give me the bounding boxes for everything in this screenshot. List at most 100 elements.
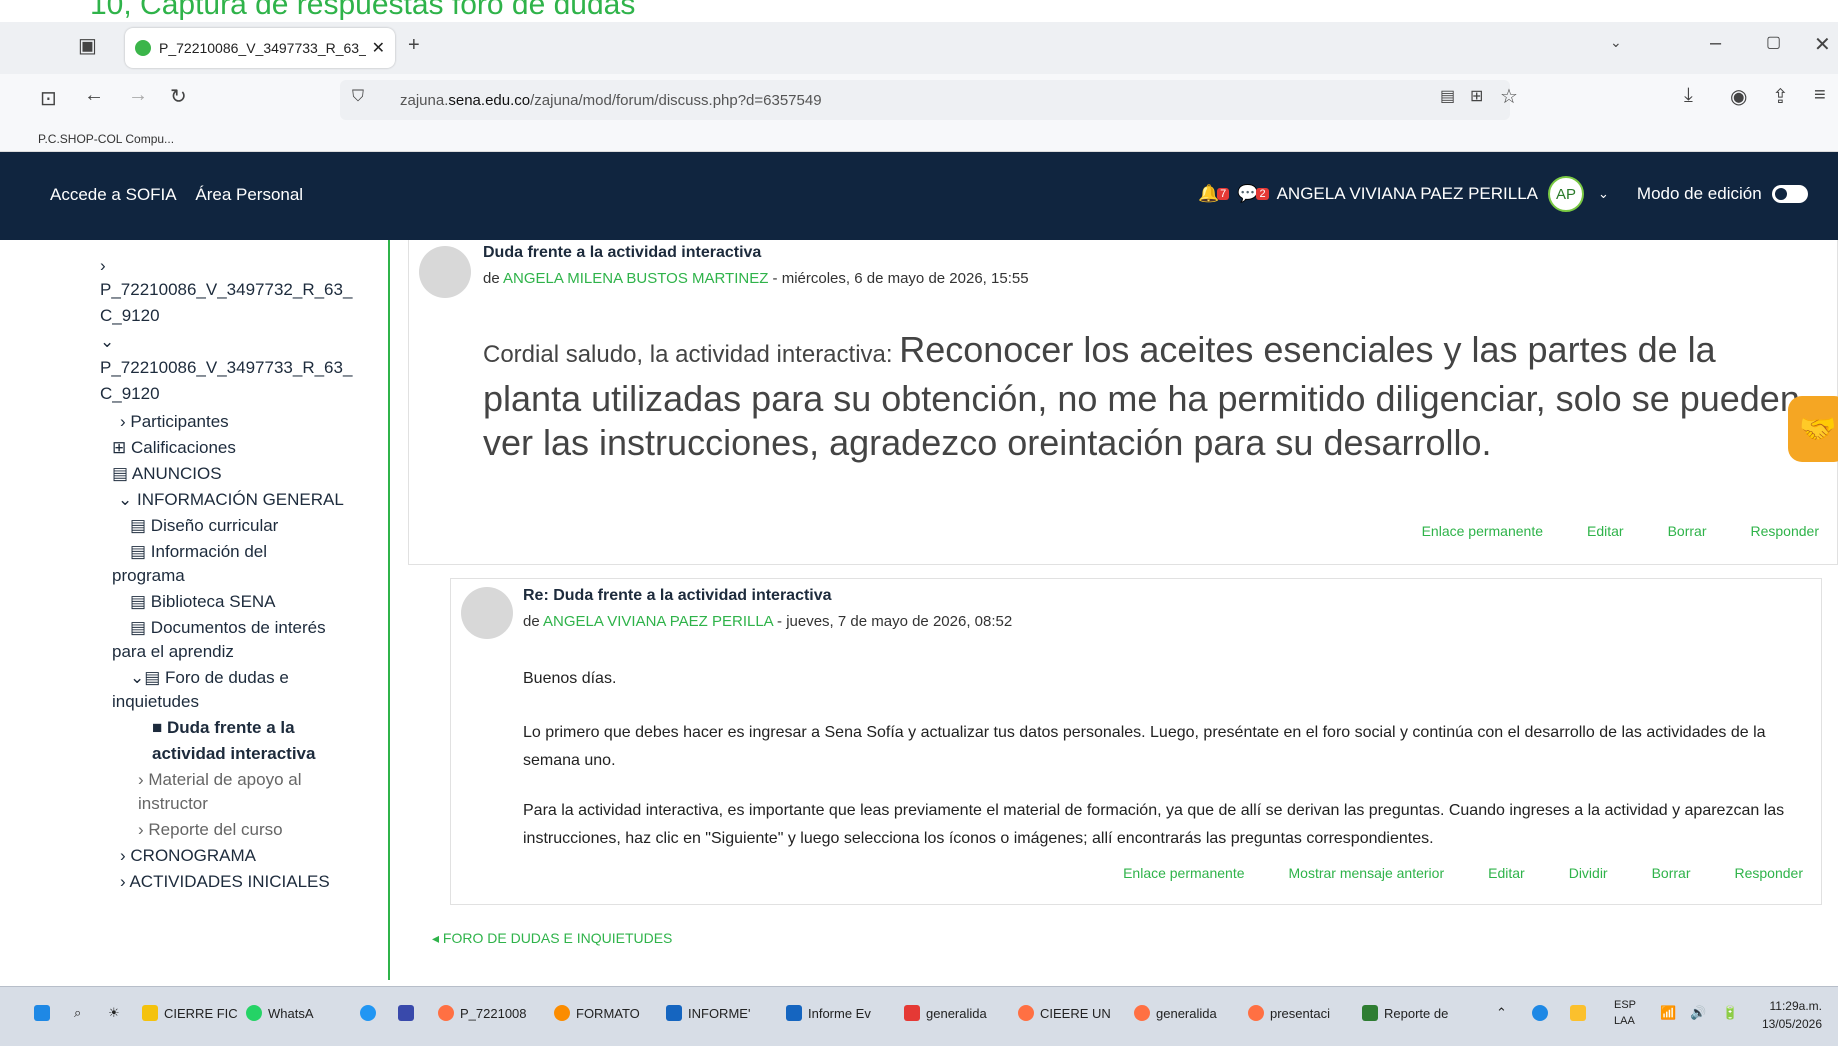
new-tab-icon[interactable]: + — [408, 34, 420, 57]
page-icon: ▤ — [130, 592, 147, 611]
forward-icon[interactable]: → — [128, 84, 148, 107]
bookmark-star-icon[interactable]: ☆ — [1500, 84, 1518, 109]
taskbar-app[interactable]: CIERRE FIC — [142, 1005, 238, 1021]
language-indicator[interactable]: ESP LAA — [1614, 997, 1636, 1029]
chevron-right-icon[interactable]: › — [100, 252, 106, 279]
browser-tab[interactable]: P_72210086_V_3497733_R_63_( ✕ — [125, 28, 395, 68]
messages-icon[interactable]: 💬 — [1237, 184, 1258, 204]
sidebar-item-course-2[interactable]: P_72210086_V_3497733_R_63_ — [100, 354, 352, 381]
split-link[interactable]: Dividir — [1569, 865, 1608, 881]
taskbar-app[interactable]: Informe Ev — [786, 1005, 871, 1021]
post-paragraph: Para la actividad interactiva, es import… — [523, 802, 1785, 847]
post-author-link[interactable]: ANGELA MILENA BUSTOS MARTINEZ — [503, 270, 768, 287]
tray-app-icon[interactable] — [1570, 1005, 1592, 1021]
user-menu-chevron-icon[interactable]: ⌄ — [1598, 186, 1609, 202]
sidebar-item-course-report[interactable]: › Reporte del curso — [138, 816, 283, 843]
taskbar-app[interactable]: FORMATO — [554, 1005, 640, 1021]
save-page-icon[interactable]: ⊞ — [1470, 86, 1483, 106]
edit-link[interactable]: Editar — [1488, 865, 1525, 881]
permalink-link[interactable]: Enlace permanente — [1422, 523, 1543, 539]
sidebar-item-current-discussion[interactable]: ■ Duda frente a la — [152, 714, 295, 741]
menu-icon[interactable]: ≡ — [1814, 84, 1826, 107]
avatar[interactable]: AP — [1548, 176, 1585, 212]
delete-link[interactable]: Borrar — [1652, 865, 1691, 881]
tray-overflow-icon[interactable]: ⌃ — [1496, 1005, 1507, 1021]
sidebar-item-announcements[interactable]: ▤ ANUNCIOS — [112, 460, 222, 487]
notification-count-badge: 7 — [1217, 188, 1230, 200]
tab-list-icon[interactable]: ▣ — [78, 33, 97, 58]
bookmark-item[interactable]: P.C.SHOP-COL Compu... — [38, 132, 174, 146]
taskbar-app-icon[interactable] — [360, 1005, 382, 1021]
back-icon[interactable]: ← — [84, 84, 104, 107]
nav-personal-area-link[interactable]: Área Personal — [195, 185, 303, 204]
sidebar-item-initial-activities[interactable]: › ACTIVIDADES INICIALES — [120, 868, 330, 895]
start-icon[interactable] — [34, 1005, 56, 1021]
shield-icon[interactable]: ⛉ — [352, 88, 364, 106]
tab-title: P_72210086_V_3497733_R_63_( — [159, 40, 366, 56]
reader-view-icon[interactable]: ▤ — [1440, 86, 1455, 106]
user-name[interactable]: ANGELA VIVIANA PAEZ PERILLA — [1277, 184, 1538, 204]
chevron-down-icon[interactable]: ⌄ — [100, 328, 114, 355]
window-close-icon[interactable]: ✕ — [1814, 32, 1831, 57]
post-paragraph: Lo primero que debes hacer es ingresar a… — [523, 724, 1766, 769]
show-parent-link[interactable]: Mostrar mensaje anterior — [1289, 865, 1445, 881]
url-bar[interactable]: zajuna.sena.edu.co/zajuna/mod/forum/disc… — [340, 80, 1510, 120]
bluetooth-icon[interactable] — [1532, 1005, 1554, 1021]
sidebar-item-program-info[interactable]: ▤ Información del — [130, 538, 267, 565]
reload-icon[interactable]: ↻ — [170, 84, 187, 109]
sidebar-item-forum[interactable]: ⌄▤ Foro de dudas e — [130, 664, 289, 691]
edit-mode-toggle[interactable] — [1771, 185, 1808, 203]
sidebar-item-grades[interactable]: ⊞ Calificaciones — [112, 434, 236, 461]
volume-icon[interactable]: 🔊 — [1690, 1005, 1706, 1021]
edit-link[interactable]: Editar — [1587, 523, 1624, 539]
search-icon[interactable]: ⌕ — [74, 1005, 81, 1021]
system-clock[interactable]: 11:29a.m. 13/05/2026 — [1762, 997, 1822, 1033]
forum-post-reply: Re: Duda frente a la actividad interacti… — [450, 578, 1822, 905]
taskbar-app[interactable]: generalida — [1134, 1005, 1217, 1021]
sidebar-item-curriculum[interactable]: ▤ Diseño curricular — [130, 512, 278, 539]
post-actions: Enlace permanente Mostrar mensaje anteri… — [1079, 865, 1803, 881]
maximize-icon[interactable]: ▢ — [1766, 32, 1781, 52]
sidebar-item-course-1[interactable]: P_72210086_V_3497732_R_63_ — [100, 276, 352, 303]
help-handshake-icon[interactable]: 🤝 — [1788, 396, 1838, 462]
tab-overflow-icon[interactable]: ⌄ — [1610, 34, 1622, 51]
back-to-forum-link[interactable]: ◂ FORO DE DUDAS E INQUIETUDES — [432, 930, 672, 947]
battery-icon[interactable]: 🔋 — [1722, 1005, 1738, 1021]
sidebar-toggle-icon[interactable]: ⊡ — [40, 86, 57, 111]
taskbar-app[interactable]: INFORME' — [666, 1005, 750, 1021]
permalink-link[interactable]: Enlace permanente — [1123, 865, 1244, 881]
forum-icon: ▤ — [112, 464, 129, 483]
sidebar-item-support-material[interactable]: › Material de apoyo al — [138, 766, 301, 793]
delete-link[interactable]: Borrar — [1668, 523, 1707, 539]
sidebar-item-current-discussion-cont: actividad interactiva — [152, 744, 316, 763]
taskbar-app[interactable]: P_7221008 — [438, 1005, 527, 1021]
taskbar-app[interactable]: Reporte de — [1362, 1005, 1448, 1021]
page-icon: ▤ — [130, 618, 147, 637]
share-icon[interactable]: ⇪ — [1772, 84, 1789, 109]
reply-link[interactable]: Responder — [1751, 523, 1820, 539]
post-title: Duda frente a la actividad interactiva — [483, 244, 762, 261]
sidebar-item-general-info[interactable]: ⌄ INFORMACIÓN GENERAL — [118, 486, 344, 513]
post-author-link[interactable]: ANGELA VIVIANA PAEZ PERILLA — [543, 613, 773, 630]
weather-icon[interactable]: ☀ — [108, 1005, 120, 1021]
taskbar-app[interactable]: presentaci — [1248, 1005, 1330, 1021]
sidebar-item-forum-cont: inquietudes — [112, 692, 199, 711]
sidebar-item-schedule[interactable]: › CRONOGRAMA — [120, 842, 256, 869]
sidebar-item-documents[interactable]: ▤ Documentos de interés — [130, 614, 326, 641]
notifications-bell-icon[interactable]: 🔔 — [1198, 184, 1219, 204]
wifi-icon[interactable]: 📶 — [1660, 1005, 1676, 1021]
taskbar-app-icon[interactable] — [398, 1005, 420, 1021]
taskbar-app[interactable]: WhatsA — [246, 1005, 314, 1021]
minimize-icon[interactable]: – — [1710, 32, 1721, 55]
close-tab-icon[interactable]: ✕ — [372, 38, 385, 58]
account-icon[interactable]: ◉ — [1730, 84, 1747, 109]
nav-sofia-link[interactable]: Accede a SOFIA — [50, 185, 177, 204]
downloads-icon[interactable]: ⤓ — [1684, 84, 1693, 107]
taskbar-app[interactable]: CIEERE UN — [1018, 1005, 1111, 1021]
header-nav: Accede a SOFIA Área Personal — [50, 185, 317, 205]
taskbar-app[interactable]: generalida — [904, 1005, 987, 1021]
sidebar-item-library[interactable]: ▤ Biblioteca SENA — [130, 588, 276, 615]
reply-link[interactable]: Responder — [1735, 865, 1804, 881]
sidebar-item-participants[interactable]: › Participantes — [120, 408, 229, 435]
site-header: Accede a SOFIA Área Personal 🔔 7 💬 2 ANG… — [0, 152, 1838, 240]
